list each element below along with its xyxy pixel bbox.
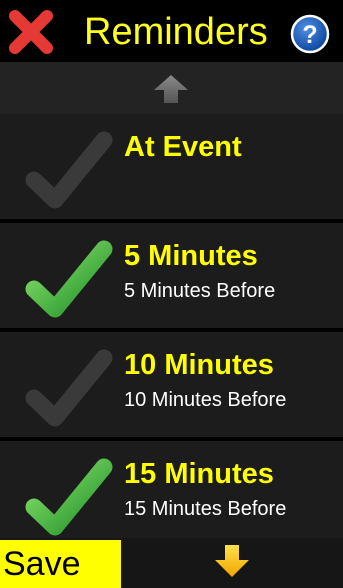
checkmark-icon [25, 458, 113, 536]
checkmark-icon [25, 349, 113, 427]
help-icon[interactable]: ? [290, 14, 330, 54]
reminder-detail: 15 Minutes Before [124, 498, 287, 520]
reminder-detail: 10 Minutes Before [124, 389, 287, 411]
reminder-row-at-event[interactable]: At Event [0, 114, 343, 219]
bottom-bar: Save [0, 538, 343, 588]
reminder-label: At Event [124, 131, 242, 163]
reminder-label: 10 Minutes [124, 349, 274, 381]
page-title: Reminders [84, 11, 268, 53]
checkmark-icon [25, 240, 113, 318]
reminder-label: 5 Minutes [124, 240, 258, 272]
close-icon[interactable] [9, 10, 53, 54]
arrow-down-icon[interactable] [214, 544, 250, 578]
svg-text:?: ? [302, 21, 317, 49]
reminder-row-10-minutes[interactable]: 10 Minutes 10 Minutes Before [0, 332, 343, 437]
scroll-up-button[interactable] [0, 62, 343, 114]
arrow-up-icon [154, 75, 188, 103]
reminder-row-5-minutes[interactable]: 5 Minutes 5 Minutes Before [0, 223, 343, 328]
header-bar: Reminders ? [0, 0, 343, 62]
reminder-label: 15 Minutes [124, 458, 274, 490]
reminder-row-15-minutes[interactable]: 15 Minutes 15 Minutes Before [0, 441, 343, 538]
save-button[interactable]: Save [0, 540, 121, 588]
reminder-detail: 5 Minutes Before [124, 280, 276, 302]
reminders-screen: Reminders ? At Event 5 Minutes 5 Minutes… [0, 0, 343, 588]
checkmark-icon [25, 131, 113, 209]
